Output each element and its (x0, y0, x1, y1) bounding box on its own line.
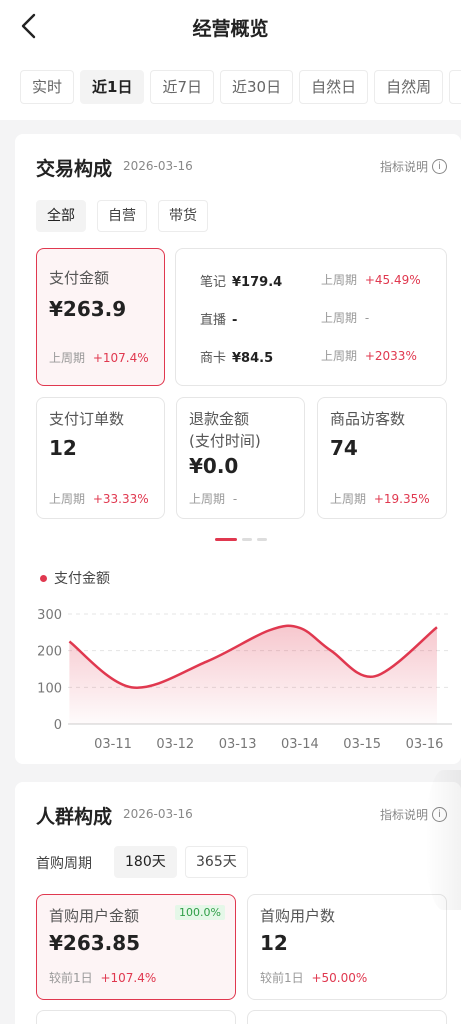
filter-affiliate[interactable]: 带货 (158, 200, 208, 232)
x-tick-label: 03-13 (219, 737, 257, 752)
filter-all[interactable]: 全部 (36, 200, 86, 232)
visitor-count-card[interactable]: 商品访客数 74 上周期 +19.35% (317, 397, 447, 519)
refund-amount-cmp-value: - (232, 492, 238, 506)
first-amount-cmp-value: +107.4% (100, 971, 157, 985)
share-badge: 100.0% (175, 905, 225, 920)
breakdown-cmp-label: 上周期 (321, 349, 358, 363)
legend-dot (40, 574, 47, 582)
first-amount-label: 首购用户金额 (49, 907, 140, 925)
order-count-cmp-value: +33.33% (92, 492, 149, 506)
order-count-card[interactable]: 支付订单数 12 上周期 +33.33% (36, 397, 165, 519)
first-purchase-users-card[interactable]: 首购用户数 12 较前1日 +50.00% (247, 894, 447, 1000)
pay-amount-card[interactable]: 支付金额 ¥263.9 上周期 +107.4% (36, 248, 165, 386)
pay-amount-label: 支付金额 (49, 269, 110, 287)
breakdown-value: ¥179.4 (232, 275, 283, 290)
breakdown-label: 商卡 (200, 351, 227, 366)
first-amount-value: ¥263.85 (49, 931, 141, 955)
tab-last-30-days[interactable]: 近30日 (220, 70, 294, 104)
y-tick-label: 0 (54, 718, 62, 733)
breakdown-cmp-label: 上周期 (321, 273, 358, 287)
x-tick-label: 03-14 (281, 737, 319, 752)
x-tick-label: 03-11 (94, 737, 132, 752)
breakdown-cmp-label: 上周期 (321, 311, 358, 325)
y-tick-label: 100 (37, 681, 62, 696)
order-count-label: 支付订单数 (49, 410, 125, 428)
tab-natural-month[interactable]: 自 (449, 70, 461, 104)
indicator-dot (257, 538, 267, 541)
filter-self-operated[interactable]: 自营 (97, 200, 147, 232)
legend-label: 支付金额 (54, 571, 110, 587)
transaction-title: 交易构成 (36, 158, 113, 180)
breakdown-cmp-live: 上周期 - (321, 309, 369, 326)
cycle-365-days[interactable]: 365天 (185, 846, 248, 878)
first-users-value: 12 (260, 931, 288, 955)
breakdown-cmp-value: - (364, 311, 370, 325)
y-tick-label: 300 (37, 608, 62, 623)
pay-amount-breakdown: 笔记 ¥179.4 上周期 +45.49% 直播 - 上周期 - 商卡 ¥84.5 上… (175, 248, 447, 386)
pay-amount-cmp-label: 上周期 (49, 351, 86, 365)
metric-help-link[interactable]: 指标说明 i (380, 158, 447, 175)
breakdown-label: 笔记 (200, 275, 227, 290)
metric-help-label: 指标说明 (379, 160, 428, 174)
breakdown-label: 直播 (200, 313, 227, 328)
visitor-count-label: 商品访客数 (330, 410, 406, 428)
breakdown-cmp-value: +2033% (364, 349, 417, 363)
first-purchase-cycle-label: 首购周期 (36, 856, 92, 872)
crowd-date: 2026-03-16 (123, 807, 193, 821)
x-tick-label: 03-15 (343, 737, 381, 752)
chart-legend: 支付金额 (40, 568, 110, 588)
tab-realtime[interactable]: 实时 (20, 70, 75, 104)
visitor-count-cmp-value: +19.35% (373, 492, 430, 506)
breakdown-row-live: 直播 - (200, 309, 237, 328)
x-tick-label: 03-12 (156, 737, 194, 752)
cycle-180-days[interactable]: 180天 (114, 846, 177, 878)
breakdown-cmp-notes: 上周期 +45.49% (321, 271, 421, 288)
breakdown-row-notes: 笔记 ¥179.4 (200, 271, 282, 290)
first-users-label: 首购用户数 (260, 907, 336, 925)
order-count-cmp-label: 上周期 (49, 492, 86, 506)
crowd-card: 人群构成 2026-03-16 指标说明 i 首购周期 180天 365天 首购… (15, 782, 461, 1024)
order-count-value: 12 (49, 436, 77, 460)
tab-natural-week[interactable]: 自然周 (374, 70, 444, 104)
refund-amount-cmp-label: 上周期 (189, 492, 226, 506)
transaction-date: 2026-03-16 (123, 159, 193, 173)
breakdown-value: ¥84.5 (232, 351, 274, 366)
breakdown-row-product-card: 商卡 ¥84.5 (200, 347, 273, 366)
visitor-count-cmp-label: 上周期 (330, 492, 367, 506)
breakdown-cmp-product-card: 上周期 +2033% (321, 347, 417, 364)
page-title: 经营概览 (192, 18, 269, 40)
breakdown-value: - (232, 313, 238, 328)
date-tab-bar: 实时近1日近7日近30日自然日自然周自 (0, 56, 461, 120)
tab-last-7-days[interactable]: 近7日 (150, 70, 214, 104)
metric-help-label: 指标说明 (379, 808, 428, 822)
scroll-shadow (425, 770, 461, 910)
first-users-cmp-label: 较前1日 (260, 971, 304, 985)
first-purchase-amount-card[interactable]: 首购用户金额 100.0% ¥263.85 较前1日 +107.4% (36, 894, 236, 1000)
transaction-card: 交易构成 2026-03-16 指标说明 i 全部 自营 带货 支付金额 ¥26… (15, 134, 461, 764)
first-amount-cmp-label: 较前1日 (49, 971, 93, 985)
visitor-count-value: 74 (330, 436, 358, 460)
tab-natural-day[interactable]: 自然日 (299, 70, 369, 104)
x-tick-label: 03-16 (406, 737, 444, 752)
refund-amount-value: ¥0.0 (189, 454, 239, 478)
refund-amount-label: 退款金额 (支付时间) (189, 410, 261, 450)
y-tick-label: 200 (37, 645, 62, 660)
pay-amount-value: ¥263.9 (49, 297, 127, 321)
top-bar: 经营概览 (0, 0, 461, 56)
indicator-dot (242, 538, 252, 541)
indicator-dot-active (215, 538, 237, 541)
pay-amount-chart: 300 200 100 0 03-11 03-12 03-13 03-14 03-15 03-16 (37, 608, 452, 752)
tab-last-1-day[interactable]: 近1日 (80, 70, 145, 104)
first-users-cmp-value: +50.00% (311, 971, 368, 985)
crowd-title: 人群构成 (36, 806, 113, 828)
metric-card-partial[interactable] (36, 1010, 236, 1024)
metric-card-partial[interactable] (247, 1010, 447, 1024)
refund-amount-card[interactable]: 退款金额 (支付时间) ¥0.0 上周期 - (176, 397, 305, 519)
breakdown-cmp-value: +45.49% (364, 273, 421, 287)
info-icon: i (432, 159, 447, 174)
pay-amount-cmp-value: +107.4% (92, 351, 149, 365)
